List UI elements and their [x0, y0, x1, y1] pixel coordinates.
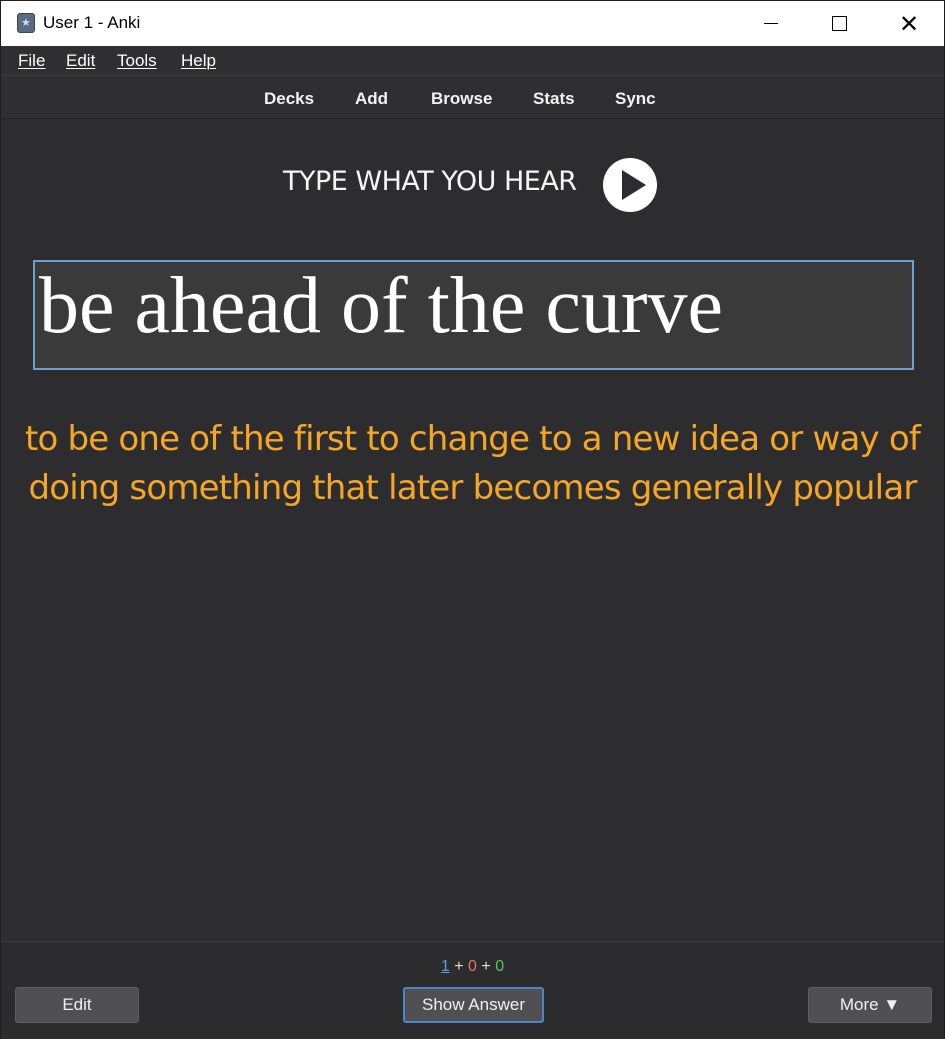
close-button[interactable]: ✕ — [874, 1, 944, 46]
toolbar-stats[interactable]: Stats — [533, 89, 575, 109]
anki-app-icon — [17, 13, 35, 33]
more-button[interactable]: More ▼ — [808, 987, 932, 1023]
play-audio-icon[interactable] — [603, 158, 657, 212]
maximize-button[interactable] — [804, 1, 874, 46]
edit-button[interactable]: Edit — [15, 987, 139, 1023]
toolbar-decks[interactable]: Decks — [264, 89, 314, 109]
close-icon: ✕ — [898, 9, 920, 38]
card-definition: to be one of the first to change to a ne… — [24, 419, 921, 508]
show-answer-button[interactable]: Show Answer — [403, 987, 544, 1023]
count-separator: + — [454, 958, 464, 975]
toolbar-add[interactable]: Add — [355, 89, 388, 109]
minimize-icon — [764, 23, 778, 24]
card-prompt: TYPE WHAT YOU HEAR — [283, 166, 577, 197]
title-bar: User 1 - Anki ✕ — [1, 1, 944, 46]
menu-file[interactable]: File — [18, 51, 45, 71]
menu-help[interactable]: Help — [181, 51, 216, 71]
toolbar-sync[interactable]: Sync — [615, 89, 656, 109]
new-count: 1 — [440, 958, 450, 975]
type-answer-input[interactable]: be ahead of the curve — [33, 260, 914, 370]
menu-edit[interactable]: Edit — [66, 51, 95, 71]
menu-tools[interactable]: Tools — [117, 51, 157, 71]
main-toolbar: Decks Add Browse Stats Sync — [1, 77, 944, 119]
window-title: User 1 - Anki — [43, 13, 141, 32]
learn-count: 0 — [468, 958, 477, 975]
review-count: 0 — [495, 958, 505, 975]
minimize-button[interactable] — [736, 1, 806, 46]
count-separator: + — [481, 958, 491, 975]
maximize-icon — [831, 16, 847, 31]
card-view: TYPE WHAT YOU HEAR be ahead of the curve… — [1, 120, 944, 940]
review-bottom-bar: 1 + 0 + 0 Edit Show Answer More ▼ — [1, 941, 944, 1039]
due-counts: 1 + 0 + 0 — [1, 958, 944, 976]
toolbar-browse[interactable]: Browse — [431, 89, 492, 109]
menu-bar: File Edit Tools Help — [1, 46, 944, 76]
anki-window: User 1 - Anki ✕ File Edit Tools Help Dec… — [0, 0, 945, 1039]
typed-answer-text: be ahead of the curve — [39, 262, 724, 350]
